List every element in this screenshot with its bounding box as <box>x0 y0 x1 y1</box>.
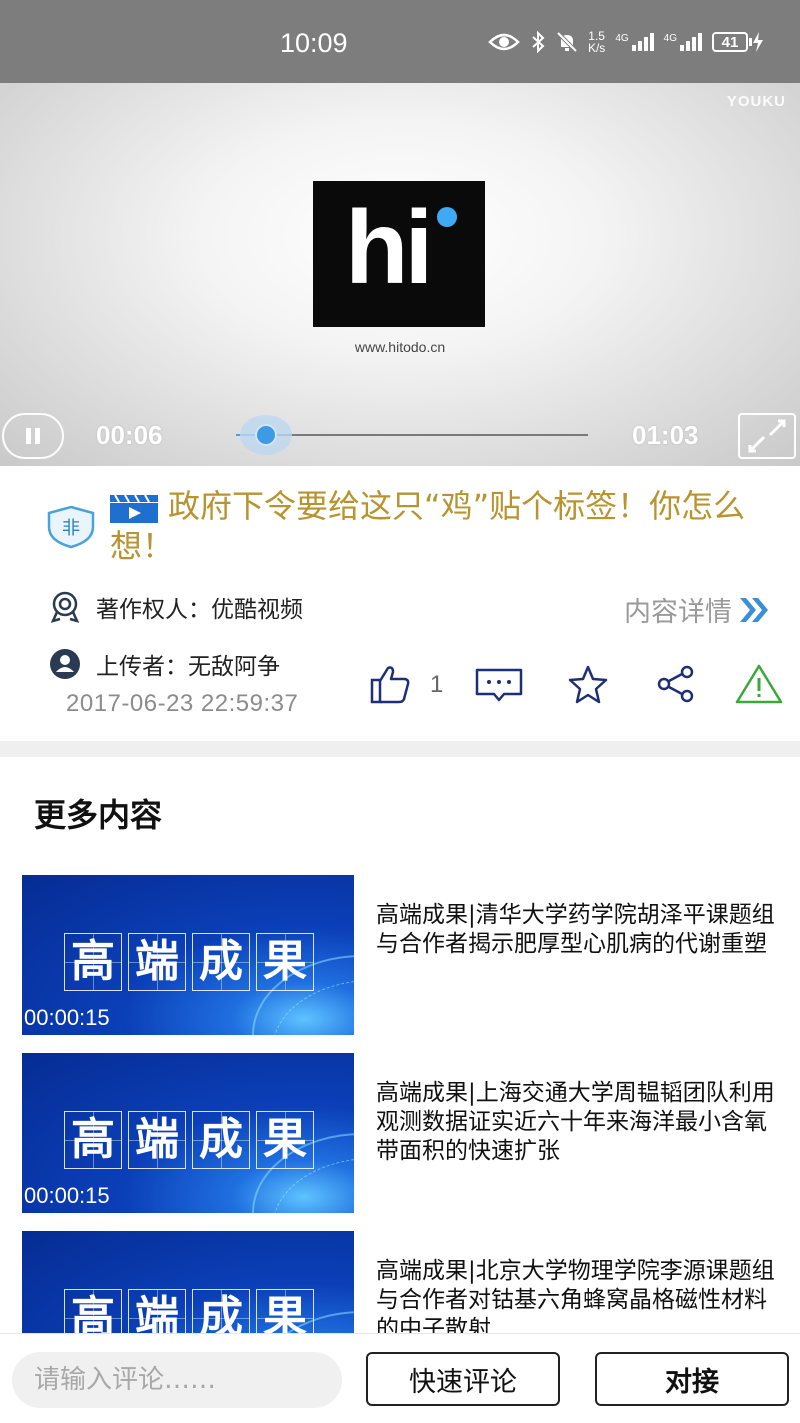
status-time: 10:09 <box>280 28 348 58</box>
star-icon[interactable] <box>566 662 610 706</box>
report-warning-icon[interactable] <box>734 662 784 706</box>
signal-bars-icon <box>680 33 702 51</box>
seek-handle[interactable] <box>240 415 292 455</box>
logo-text: hi <box>345 190 433 306</box>
pause-button[interactable] <box>2 413 64 459</box>
comment-bar: 快速评论 对接 <box>0 1333 800 1423</box>
thumbnail-chars: 高端成果 <box>64 1111 314 1169</box>
double-chevron-right-icon <box>740 597 768 622</box>
user-icon <box>50 649 80 679</box>
like-count: 1 <box>430 671 444 698</box>
list-item-title[interactable]: 高端成果|北京大学物理学院李源课题组与合作者对钴基六角蜂窝晶格磁性材料的中子散射 <box>376 1257 786 1344</box>
copyright-label: 著作权人： <box>96 597 211 623</box>
net-speed: 1.5 K/s <box>588 30 605 54</box>
dock-button[interactable]: 对接 <box>595 1352 789 1406</box>
expand-icon <box>748 419 786 453</box>
uploader-value: 无敌阿争 <box>188 654 280 680</box>
video-thumbnail[interactable]: 高端成果 00:00:15 <box>22 875 354 1035</box>
video-player[interactable]: YOUKU hi www.hitodo.cn 00:06 01:03 <box>0 83 800 466</box>
battery-indicator: 41 <box>712 32 764 52</box>
total-time: 01:03 <box>632 420 699 450</box>
list-item-title[interactable]: 高端成果|清华大学药学院胡泽平课题组与合作者揭示肥厚型心肌病的代谢重塑 <box>376 901 786 959</box>
copyright-row: 著作权人： 优酷视频 <box>48 590 303 624</box>
hi-logo: hi <box>313 181 485 327</box>
comment-input[interactable] <box>12 1352 342 1408</box>
like-icon[interactable] <box>368 662 412 706</box>
detail-link-label: 内容详情 <box>624 597 732 628</box>
current-time: 00:06 <box>96 420 163 450</box>
mute-bell-icon <box>556 31 578 53</box>
copyright-value: 优酷视频 <box>211 597 303 623</box>
thumbnail-chars: 高端成果 <box>64 933 314 991</box>
section-divider <box>0 741 800 757</box>
status-icons: 1.5 K/s 4G 4G 41 <box>488 30 764 54</box>
publish-date: 2017-06-23 22:59:37 <box>66 690 299 717</box>
video-duration: 00:00:15 <box>24 1183 110 1208</box>
charging-icon <box>753 32 763 52</box>
video-thumbnail[interactable]: 高端成果 00:00:15 <box>22 1053 354 1213</box>
video-title: 政府下令要给这只“鸡”贴个标签！你怎么想！ <box>110 487 746 565</box>
video-duration: 00:00:15 <box>24 1005 110 1030</box>
player-controls: 00:06 01:03 <box>0 403 800 465</box>
list-item-title[interactable]: 高端成果|上海交通大学周韫韬团队利用观测数据证实近六十年来海洋最小含氧带面积的快… <box>376 1079 786 1166</box>
share-icon[interactable] <box>654 662 698 706</box>
battery-level: 41 <box>712 32 748 52</box>
logo-dot <box>437 207 457 227</box>
list-item[interactable]: 高端成果 00:00:15 高端成果|清华大学药学院胡泽平课题组与合作者揭示肥厚… <box>0 875 800 1040</box>
signal-1-label: 4G <box>615 33 629 44</box>
net-speed-unit: K/s <box>587 41 606 55</box>
pause-icon <box>26 428 31 444</box>
logo-url: www.hitodo.cn <box>354 339 446 355</box>
non-original-badge-icon: 非 <box>47 505 95 549</box>
signal-bars-icon <box>631 33 654 51</box>
content-detail-link[interactable]: 内容详情 <box>624 590 770 629</box>
comment-icon[interactable] <box>474 662 524 706</box>
youku-watermark: YOUKU <box>726 93 786 110</box>
list-item[interactable]: 高端成果 00:00:15 高端成果|上海交通大学周韫韬团队利用观测数据证实近六… <box>0 1053 800 1218</box>
fullscreen-button[interactable] <box>738 413 796 459</box>
signal-2-label: 4G <box>663 33 677 44</box>
signal-2: 4G <box>664 33 702 51</box>
quick-comment-button[interactable]: 快速评论 <box>366 1352 560 1406</box>
more-content-title: 更多内容 <box>34 796 163 834</box>
eye-icon <box>488 33 520 51</box>
award-icon <box>50 591 80 623</box>
status-bar: 10:09 1.5 K/s 4G 4G 41 <box>0 0 800 83</box>
uploader-label: 上传者： <box>96 654 188 680</box>
screen: 10:09 1.5 K/s 4G 4G 41 YOUKU hi www.hito… <box>0 0 800 1423</box>
uploader-row: 上传者： 无敌阿争 <box>48 647 280 681</box>
badge-text: 非 <box>62 518 80 539</box>
bluetooth-icon <box>532 31 545 53</box>
signal-1: 4G <box>615 33 654 51</box>
